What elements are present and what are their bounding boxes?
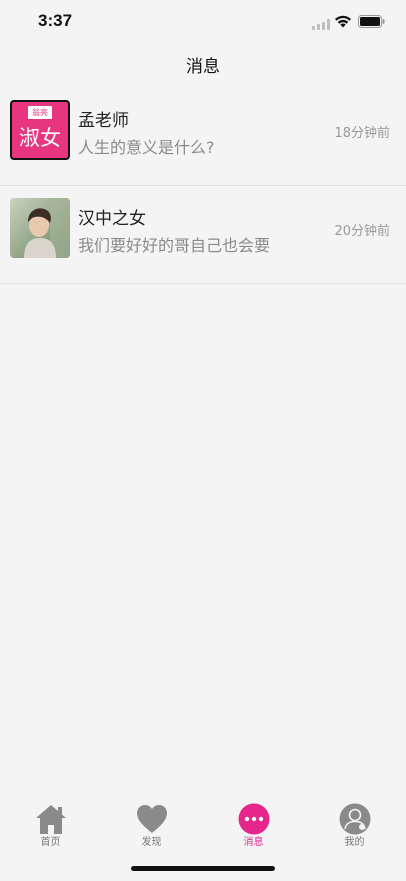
avatar-text: 淑女 [19, 126, 61, 150]
conversation-time: 18分钟前 [334, 126, 390, 141]
tab-bar: 首页 发现 消息 我的 [0, 795, 406, 855]
home-icon [35, 805, 66, 834]
message-icon [238, 803, 269, 835]
status-time: 3:37 [38, 11, 73, 30]
wifi-icon [335, 15, 351, 28]
cellular-signal-icon [312, 19, 330, 30]
page-title: 消息 [186, 57, 220, 77]
tab-discover[interactable]: 发现 [101, 795, 202, 855]
conversation-row[interactable]: 翁亮 淑女 孟老师 人生的意义是什么? 18分钟前 [0, 88, 406, 186]
tab-label: 我的 [344, 837, 365, 848]
conversation-last-message: 人生的意义是什么? [78, 138, 215, 157]
conversation-last-message: 我们要好好的哥自己也会要 [78, 236, 271, 255]
conversation-list: 翁亮 淑女 孟老师 人生的意义是什么? 18分钟前 汉中之女 我们要好好的哥自己… [0, 88, 406, 284]
conversation-name: 汉中之女 [78, 209, 146, 229]
tab-label: 消息 [243, 837, 264, 848]
conversation-row[interactable]: 汉中之女 我们要好好的哥自己也会要 20分钟前 [0, 186, 406, 284]
status-bar: 3:37 [0, 0, 406, 44]
messages-screen: 3:37 消息 翁亮 淑女 孟老师 人生的意义是什么? 18分钟前 汉中之女 我… [0, 0, 406, 881]
avatar: 翁亮 淑女 [10, 100, 70, 160]
tab-label: 发现 [141, 837, 162, 848]
tab-messages[interactable]: 消息 [203, 795, 304, 855]
battery-icon [358, 15, 385, 28]
tab-label: 首页 [40, 837, 61, 848]
avatar [10, 198, 70, 258]
conversation-time: 20分钟前 [334, 224, 390, 239]
tab-profile[interactable]: 我的 [304, 795, 405, 855]
heart-icon [136, 805, 167, 833]
conversation-name: 孟老师 [78, 111, 129, 131]
person-photo-icon [10, 198, 70, 258]
tab-home[interactable]: 首页 [0, 795, 101, 855]
home-indicator [131, 866, 275, 871]
profile-icon [339, 803, 370, 835]
avatar-badge-text: 翁亮 [32, 108, 48, 117]
